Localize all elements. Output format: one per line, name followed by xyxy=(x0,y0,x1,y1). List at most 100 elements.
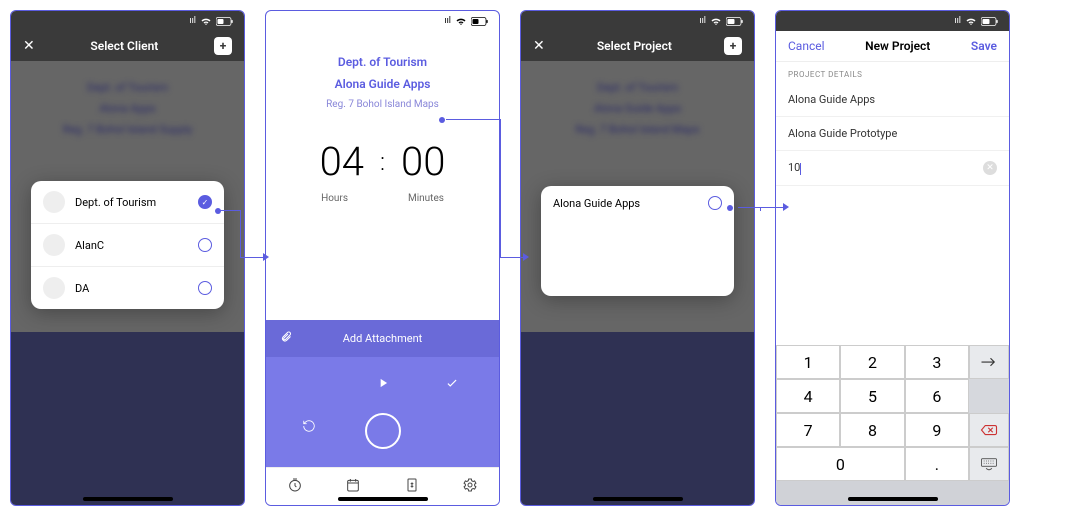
play-icon[interactable] xyxy=(376,375,390,394)
prototype-name-row[interactable]: Alona Guide Prototype xyxy=(776,117,1009,151)
timer-header: Dept. of Tourism Alona Guide Apps Reg. 7… xyxy=(266,31,499,114)
dimmed-controls xyxy=(521,332,754,506)
radio-selected[interactable] xyxy=(198,195,212,209)
cancel-button[interactable]: Cancel xyxy=(788,39,825,53)
key-1[interactable]: 1 xyxy=(776,345,840,379)
home-indicator xyxy=(83,497,173,501)
wifi-icon xyxy=(455,17,467,26)
tab-calendar-icon[interactable] xyxy=(345,477,361,497)
modal-header: ✕ Select Project + xyxy=(521,31,754,61)
radio-unselected[interactable] xyxy=(708,196,722,210)
dimmed-controls xyxy=(11,332,244,506)
project-row[interactable]: Alona Guide Apps xyxy=(541,186,734,220)
record-ring[interactable] xyxy=(365,413,401,449)
screen-select-client: ııl ✕ Select Client + Dept. of Tourism A… xyxy=(10,10,245,506)
section-header: PROJECT DETAILS xyxy=(776,62,1009,83)
dimmed-background: Dept. of Tourism Alona Guide Apps Reg. 7… xyxy=(521,61,754,506)
key-backspace[interactable] xyxy=(969,413,1009,447)
status-bar: ııl xyxy=(11,11,244,31)
numeric-input-row[interactable]: 10 ✕ xyxy=(776,151,1009,186)
hours-value[interactable]: 04 xyxy=(320,138,364,185)
flow-dot xyxy=(727,205,733,211)
key-0[interactable]: 0 xyxy=(776,447,905,481)
radio-unselected[interactable] xyxy=(198,281,212,295)
key-next[interactable] xyxy=(969,345,1009,379)
client-label[interactable]: Dept. of Tourism xyxy=(266,51,499,73)
client-row[interactable]: AlanC xyxy=(31,224,224,267)
numeric-keypad: 1 2 3 4 5 6 7 8 9 0 . xyxy=(776,345,1009,481)
project-name: Alona Guide Apps xyxy=(553,197,708,210)
bottom-panel: Add Attachment xyxy=(266,320,499,467)
client-row[interactable]: DA xyxy=(31,267,224,309)
key-9[interactable]: 9 xyxy=(905,413,969,447)
check-icon[interactable] xyxy=(445,375,459,394)
client-row[interactable]: Dept. of Tourism xyxy=(31,181,224,224)
history-icon[interactable] xyxy=(302,418,316,437)
signal-icon: ııl xyxy=(444,16,451,26)
timer-display: 04 : 00 xyxy=(266,138,499,185)
project-list-popup: Alona Guide Apps xyxy=(541,186,734,296)
paperclip-icon xyxy=(280,331,292,346)
project-label[interactable]: Alona Guide Apps xyxy=(266,73,499,95)
screen-select-project: ııl ✕ Select Project + Dept. of Tourism … xyxy=(520,10,755,506)
text-caret xyxy=(800,163,801,175)
battery-icon xyxy=(981,17,999,26)
minutes-label: Minutes xyxy=(408,193,444,204)
key-8[interactable]: 8 xyxy=(840,413,904,447)
save-button[interactable]: Save xyxy=(971,39,997,53)
key-dismiss-keyboard[interactable] xyxy=(969,447,1009,481)
key-7[interactable]: 7 xyxy=(776,413,840,447)
form-header: Cancel New Project Save xyxy=(776,31,1009,62)
close-icon[interactable]: ✕ xyxy=(23,38,35,54)
add-button[interactable]: + xyxy=(214,37,232,55)
form-title: New Project xyxy=(865,39,930,53)
blurred-text: Dept. of Tourism xyxy=(521,77,754,98)
client-name: DA xyxy=(75,282,198,295)
project-name-row[interactable]: Alona Guide Apps xyxy=(776,83,1009,117)
wifi-icon xyxy=(200,17,212,26)
minutes-value[interactable]: 00 xyxy=(401,138,445,185)
home-indicator xyxy=(593,497,683,501)
key-dot[interactable]: . xyxy=(905,447,969,481)
dimmed-background: Dept. of Tourism Alona Apps Reg. 7 Bohol… xyxy=(11,61,244,506)
key-6[interactable]: 6 xyxy=(905,379,969,413)
attachment-bar[interactable]: Add Attachment xyxy=(266,320,499,357)
blurred-text: Alona Guide Apps xyxy=(521,98,754,119)
tab-timer-icon[interactable] xyxy=(287,477,303,497)
wifi-icon xyxy=(710,17,722,26)
clear-icon[interactable]: ✕ xyxy=(983,161,997,175)
key-3[interactable]: 3 xyxy=(905,345,969,379)
close-icon[interactable]: ✕ xyxy=(533,38,545,54)
battery-icon xyxy=(471,17,489,26)
radio-unselected[interactable] xyxy=(198,238,212,252)
key-4[interactable]: 4 xyxy=(776,379,840,413)
key-2[interactable]: 2 xyxy=(840,345,904,379)
hours-label: Hours xyxy=(321,193,348,204)
keyboard-bottom-bar xyxy=(776,481,1009,505)
client-list-popup: Dept. of Tourism AlanC DA xyxy=(31,181,224,309)
screen-new-project: ııl Cancel New Project Save PROJECT DETA… xyxy=(775,10,1010,506)
subproject-label[interactable]: Reg. 7 Bohol Island Maps xyxy=(266,95,499,114)
battery-icon xyxy=(726,17,744,26)
screen-timer: ııl Dept. of Tourism Alona Guide Apps Re… xyxy=(265,10,500,506)
blurred-text: Reg. 7 Bohol Island Maps xyxy=(521,119,754,140)
status-bar: ııl xyxy=(521,11,754,31)
blurred-text: Reg. 7 Bohol Island Supply xyxy=(11,119,244,140)
tab-settings-icon[interactable] xyxy=(462,477,478,497)
modal-header: ✕ Select Client + xyxy=(11,31,244,61)
battery-icon xyxy=(216,17,234,26)
tab-invoice-icon[interactable] xyxy=(404,477,420,497)
project-name-value: Alona Guide Apps xyxy=(788,93,875,106)
key-5[interactable]: 5 xyxy=(840,379,904,413)
modal-title: Select Client xyxy=(90,39,158,53)
numeric-input-value: 10 xyxy=(788,161,800,174)
home-indicator xyxy=(338,497,428,501)
client-name: Dept. of Tourism xyxy=(75,196,198,209)
timer-labels: Hours Minutes xyxy=(266,193,499,204)
prototype-name-value: Alona Guide Prototype xyxy=(788,127,897,140)
signal-icon: ııl xyxy=(189,16,196,26)
add-button[interactable]: + xyxy=(724,37,742,55)
blurred-text: Alona Apps xyxy=(11,98,244,119)
signal-icon: ııl xyxy=(699,16,706,26)
avatar xyxy=(43,277,65,299)
